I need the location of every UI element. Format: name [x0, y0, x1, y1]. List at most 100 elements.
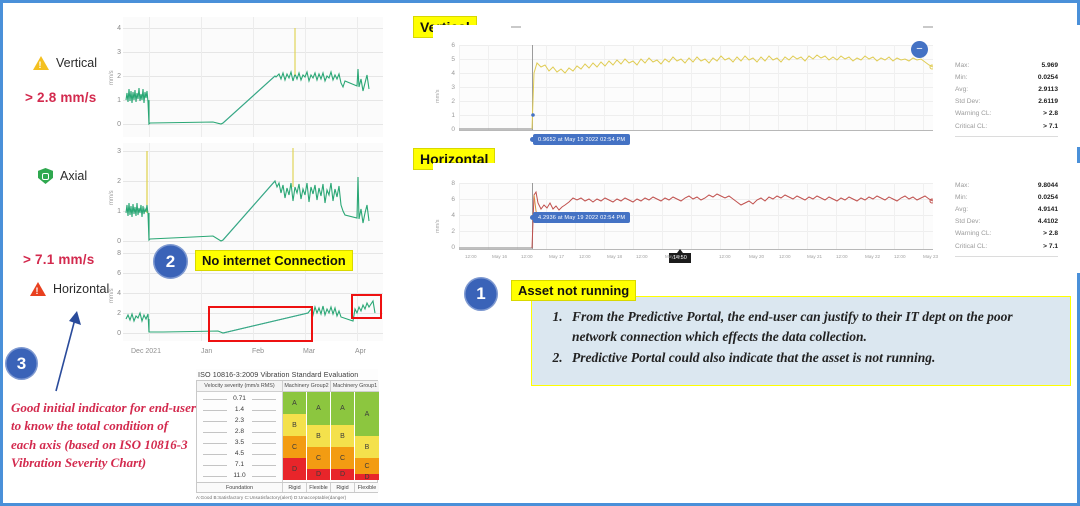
xtick-label: 12:00 — [636, 254, 648, 259]
stat-key: Critical CL: — [955, 242, 988, 250]
iso-zone-col-g2-flexible: A B C D — [307, 392, 331, 480]
ytick: 6 — [451, 42, 455, 49]
stat-key: Min: — [955, 193, 968, 201]
iso-footer-cell: Flexible — [307, 483, 331, 492]
warning-triangle-amber-icon: ! — [33, 56, 49, 70]
ytick: 2 — [117, 73, 121, 80]
xtick-label: 12:00 — [579, 254, 591, 259]
ytick: 6 — [451, 196, 455, 203]
stat-value: > 7.1 — [1043, 242, 1058, 250]
iso-col-header-group1: Machinery Group1 — [331, 381, 379, 392]
severity-value: 0.71 — [197, 393, 282, 404]
severity-value: 1.4 — [197, 404, 282, 415]
ytick: 1 — [451, 112, 455, 119]
note-item: Predictive Portal could also indicate th… — [566, 348, 1054, 368]
stat-value: > 2.8 — [1043, 230, 1058, 238]
ytick: 0 — [117, 121, 121, 128]
stat-value: 9.8044 — [1037, 181, 1058, 189]
callout-badge-2: 2 — [153, 244, 188, 279]
legend-horizontal-label: Horizontal — [53, 282, 110, 296]
ytick: 1 — [117, 97, 121, 104]
ytick: 0 — [117, 330, 121, 337]
iso-legend-text: A:Good B:Satisfactory C:Unsatisfactory(a… — [196, 494, 347, 500]
ytick: 3 — [117, 49, 121, 56]
ytick: 2 — [451, 98, 455, 105]
mini-axial-series — [125, 148, 370, 242]
ytick: 0 — [451, 244, 455, 251]
stat-row: Warning CL: > 2.8 — [955, 108, 1058, 120]
ytick: 2 — [451, 228, 455, 235]
warning-triangle-red-icon: ! — [30, 282, 46, 296]
xtick-label: May 18 — [607, 254, 623, 259]
stat-key: Avg: — [955, 205, 969, 213]
highlight-asset-not-running: Asset not running — [511, 280, 637, 301]
xtick-label: 12:00 — [465, 254, 477, 259]
mini-axial-ylabel: mm/s — [109, 190, 115, 205]
stat-row: Critical CL: > 7.1 — [955, 240, 1058, 252]
stat-row: Warning CL: > 2.8 — [955, 228, 1058, 240]
xtick-label: May 21 — [807, 254, 823, 259]
stat-value: 4.4102 — [1037, 218, 1058, 226]
stat-value: 2.9113 — [1038, 85, 1058, 93]
xtick-label: Apr — [355, 348, 366, 355]
severity-value: 7.1 — [197, 459, 282, 470]
shield-green-icon — [38, 168, 53, 184]
threshold-horizontal: > 7.1 mm/s — [23, 252, 95, 267]
stats-divider — [955, 256, 1058, 258]
ytick: 8 — [117, 250, 121, 257]
ytick: 2 — [117, 310, 121, 317]
xtick-label: May 23 — [923, 254, 939, 259]
stats-divider — [955, 136, 1058, 138]
stat-row: Std Dev: 4.4102 — [955, 216, 1058, 228]
iso-footer-cell: Foundation — [197, 483, 283, 492]
stat-row: Critical CL: > 7.1 — [955, 120, 1058, 132]
left-panel: ! Vertical > 2.8 mm/s Axial > 7.1 mm/s !… — [3, 3, 398, 503]
mini-chart-axial: mm/s 3 2 1 0 — [109, 143, 383, 251]
ytick: 4 — [117, 290, 121, 297]
legend-vertical-label: Vertical — [56, 56, 97, 70]
stat-value: 2.6119 — [1038, 98, 1058, 106]
iso-severity-scale: 0.71 1.4 2.3 2.8 3.5 4.5 7.1 11.0 — [197, 392, 283, 482]
iso-zone-col-g2-rigid: A B C D — [283, 392, 307, 480]
stat-value: > 2.8 — [1043, 110, 1058, 118]
stats-vertical: Max: 5.969 Min: 0.0254 Avg: 2.9113 Std Dev:… — [955, 59, 1058, 138]
xtick-label: May 20 — [749, 254, 765, 259]
ytick: 4 — [451, 212, 455, 219]
slide-root: ! Vertical > 2.8 mm/s Axial > 7.1 mm/s !… — [0, 0, 1080, 506]
iso-footer-cell: Rigid — [331, 483, 355, 492]
stat-row: Max: 5.969 — [955, 59, 1058, 71]
iso-col-header-group2: Machinery Group2 — [283, 381, 331, 392]
stat-key: Warning CL: — [955, 110, 992, 118]
iso-col-header-severity: Velocity severity (mm/s RMS) — [197, 381, 283, 392]
ytick: 6 — [117, 270, 121, 277]
chart-handle-left[interactable] — [511, 26, 521, 28]
red-highlight-box-large — [208, 306, 313, 342]
ytick: 8 — [451, 180, 455, 187]
callout-badge-3: 3 — [5, 347, 38, 380]
legend-horizontal: ! Horizontal — [30, 282, 109, 296]
chart-vertical: mm/s 6 5 4 3 2 1 0 0.9652 at May 19 2022… — [433, 25, 1080, 147]
stat-key: Critical CL: — [955, 122, 988, 130]
stat-key: Min: — [955, 73, 968, 81]
stat-row: Avg: 4.9141 — [955, 203, 1058, 215]
callout-badge-1: 1 — [464, 277, 498, 311]
iso-footer-cell: Rigid — [283, 483, 307, 492]
iso-note-text: Good initial indicator for end-user to k… — [11, 400, 196, 471]
stat-value: 5.969 — [1041, 61, 1058, 69]
legend-axial-label: Axial — [60, 169, 88, 183]
stat-row: Std Dev: 2.6119 — [955, 96, 1058, 108]
severity-value: 4.5 — [197, 448, 282, 459]
stat-key: Warning CL: — [955, 230, 992, 238]
xtick-label: Jan — [201, 348, 213, 355]
tooltip-vertical: 0.9652 at May 19 2022 02:54 PM — [529, 134, 631, 145]
xtick-label: May 22 — [865, 254, 881, 259]
iso-table-grid: Velocity severity (mm/s RMS) Machinery G… — [196, 380, 379, 483]
legend-vertical: ! Vertical — [33, 56, 97, 70]
stat-key: Avg: — [955, 85, 969, 93]
zoom-out-button[interactable]: − — [911, 41, 928, 58]
notes-list: From the Predictive Portal, the end-user… — [532, 297, 1070, 378]
stat-row: Min: 0.0254 — [955, 191, 1058, 203]
mini-chart-vertical: mm/s 4 3 2 1 0 — [109, 17, 383, 137]
chart-handle-right[interactable] — [923, 26, 933, 28]
chart-vertical-plot — [459, 45, 933, 131]
